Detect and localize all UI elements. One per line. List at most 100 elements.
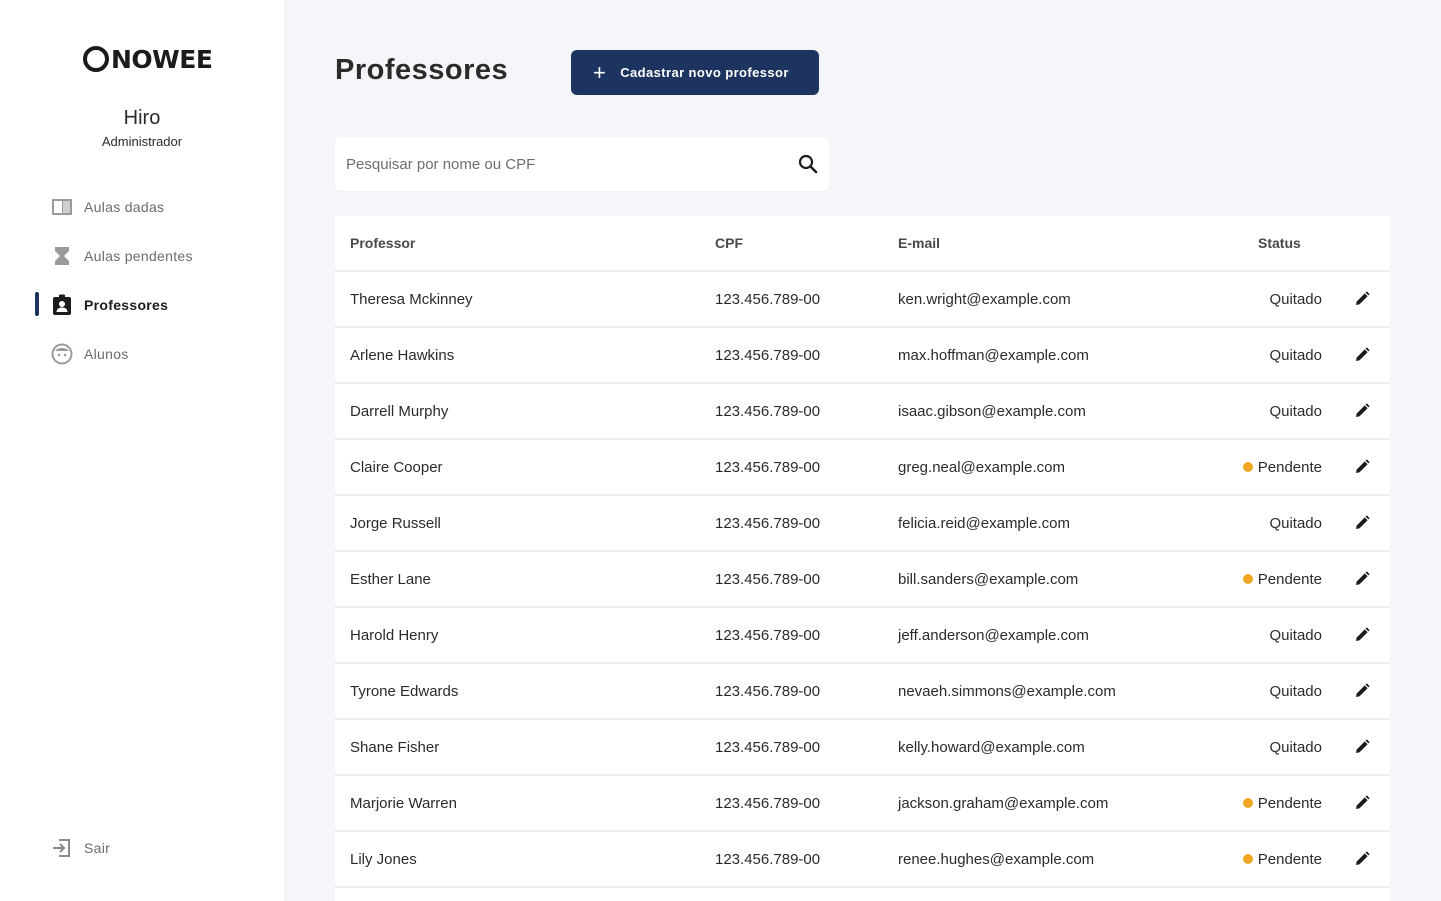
badge-icon	[50, 293, 74, 317]
status-text: Quitado	[1269, 514, 1322, 532]
face-icon	[50, 342, 74, 366]
table-header: Professor CPF E-mail Status	[335, 216, 1390, 272]
sidebar-item-alunos[interactable]: Alunos	[0, 329, 284, 378]
professor-email: ken.wright@example.com	[898, 290, 1071, 308]
logout-button[interactable]: Sair	[50, 835, 110, 861]
professor-name: Jorge Russell	[350, 514, 441, 532]
professor-cpf: 123.456.789-00	[715, 346, 821, 364]
table-row[interactable]: Tyrone Edwards 123.456.789-00 nevaeh.sim…	[335, 664, 1390, 720]
professor-cpf: 123.456.789-00	[715, 402, 821, 420]
professor-cpf: 123.456.789-00	[715, 514, 821, 532]
page-title: Professores	[335, 54, 509, 86]
edit-icon[interactable]	[1352, 849, 1372, 869]
sidebar-item-aulas-dadas[interactable]: Aulas dadas	[0, 182, 284, 231]
edit-icon[interactable]	[1352, 793, 1372, 813]
column-header-professor[interactable]: Professor	[350, 235, 415, 251]
table-row[interactable]: Claire Cooper 123.456.789-00 greg.neal@e…	[335, 440, 1390, 496]
table-row[interactable]: Arlene Hawkins 123.456.789-00 max.hoffma…	[335, 328, 1390, 384]
edit-icon[interactable]	[1352, 345, 1372, 365]
status-badge: Quitado	[1269, 515, 1322, 532]
status-text: Pendente	[1257, 850, 1322, 868]
edit-icon[interactable]	[1352, 737, 1372, 757]
logo-ring-icon	[83, 46, 109, 72]
status-badge: Quitado	[1269, 403, 1322, 420]
add-professor-button[interactable]: + Cadastrar novo professor	[571, 50, 819, 95]
professor-name: Esther Lane	[350, 570, 431, 588]
professor-name: Claire Cooper	[350, 458, 443, 476]
hourglass-icon	[50, 244, 74, 268]
status-text: Pendente	[1257, 458, 1322, 476]
add-professor-label: Cadastrar novo professor	[620, 65, 789, 80]
status-badge: Quitado	[1269, 627, 1322, 644]
user-role: Administrador	[101, 134, 183, 149]
professor-email: felicia.reid@example.com	[898, 514, 1070, 532]
column-header-status[interactable]: Status	[1258, 235, 1301, 251]
professor-cpf: 123.456.789-00	[715, 850, 821, 868]
status-badge: Pendente	[1242, 458, 1322, 476]
professor-cpf: 123.456.789-00	[715, 794, 821, 812]
status-text: Quitado	[1269, 402, 1322, 420]
logout-label: Sair	[84, 840, 111, 856]
logo-text: NOWEE	[111, 44, 213, 74]
professor-cpf: 123.456.789-00	[715, 682, 821, 700]
professor-name: Theresa Mckinney	[350, 290, 473, 308]
table-row[interactable]: Lily Jones 123.456.789-00 renee.hughes@e…	[335, 832, 1390, 888]
status-badge: Pendente	[1242, 850, 1322, 868]
status-badge: Quitado	[1269, 291, 1322, 308]
brand-logo[interactable]: NOWEE	[83, 44, 213, 74]
status-badge: Pendente	[1242, 794, 1322, 812]
active-indicator	[35, 292, 39, 316]
professor-name: Darrell Murphy	[350, 402, 449, 420]
professor-email: greg.neal@example.com	[898, 458, 1065, 476]
column-header-cpf[interactable]: CPF	[715, 235, 743, 251]
status-text: Quitado	[1269, 682, 1322, 700]
edit-icon[interactable]	[1352, 457, 1372, 477]
pending-dot-icon	[1242, 854, 1253, 864]
professor-name: Tyrone Edwards	[350, 682, 459, 700]
professor-email: isaac.gibson@example.com	[898, 402, 1086, 420]
search-input[interactable]	[335, 155, 796, 173]
sidebar-item-professores[interactable]: Professores	[0, 280, 284, 329]
user-name: Hiro	[123, 107, 161, 129]
table-row[interactable]: Shane Fisher 123.456.789-00 kelly.howard…	[335, 720, 1390, 776]
professor-email: jackson.graham@example.com	[898, 794, 1109, 812]
table-row[interactable]: Marjorie Warren 123.456.789-00 jackson.g…	[335, 776, 1390, 832]
status-text: Pendente	[1257, 794, 1322, 812]
pending-dot-icon	[1242, 798, 1253, 808]
sidebar: NOWEE Hiro Administrador Aulas dadas Aul…	[0, 0, 284, 901]
sidebar-item-label: Professores	[84, 296, 169, 313]
status-text: Quitado	[1269, 626, 1322, 644]
table-row[interactable]: Theresa Mckinney 123.456.789-00 ken.wrig…	[335, 272, 1390, 328]
search-icon[interactable]	[796, 152, 820, 176]
edit-icon[interactable]	[1352, 625, 1372, 645]
table-body: Theresa Mckinney 123.456.789-00 ken.wrig…	[335, 272, 1390, 888]
edit-icon[interactable]	[1352, 569, 1372, 589]
pending-dot-icon	[1242, 462, 1253, 472]
edit-icon[interactable]	[1352, 513, 1372, 533]
professor-email: max.hoffman@example.com	[898, 346, 1089, 364]
edit-icon[interactable]	[1352, 681, 1372, 701]
sidebar-item-label: Aulas dadas	[84, 198, 165, 215]
edit-icon[interactable]	[1352, 289, 1372, 309]
sidebar-item-aulas-pendentes[interactable]: Aulas pendentes	[0, 231, 284, 280]
table-row[interactable]: Darrell Murphy 123.456.789-00 isaac.gibs…	[335, 384, 1390, 440]
table-row[interactable]: Harold Henry 123.456.789-00 jeff.anderso…	[335, 608, 1390, 664]
status-text: Quitado	[1269, 738, 1322, 756]
status-text: Quitado	[1269, 290, 1322, 308]
search-bar	[335, 137, 829, 191]
table-row[interactable]: Jorge Russell 123.456.789-00 felicia.rei…	[335, 496, 1390, 552]
sidebar-nav: Aulas dadas Aulas pendentes Professores …	[0, 182, 284, 378]
professors-table: Professor CPF E-mail Status Theresa Mcki…	[335, 216, 1390, 901]
professor-name: Arlene Hawkins	[350, 346, 455, 364]
professor-cpf: 123.456.789-00	[715, 570, 821, 588]
column-header-email[interactable]: E-mail	[898, 235, 940, 251]
table-row[interactable]: Esther Lane 123.456.789-00 bill.sanders@…	[335, 552, 1390, 608]
edit-icon[interactable]	[1352, 401, 1372, 421]
professor-name: Marjorie Warren	[350, 794, 457, 812]
plus-icon: +	[593, 59, 607, 85]
status-badge: Quitado	[1269, 347, 1322, 364]
professor-email: jeff.anderson@example.com	[898, 626, 1089, 644]
professor-email: renee.hughes@example.com	[898, 850, 1095, 868]
professor-cpf: 123.456.789-00	[715, 626, 821, 644]
book-icon	[50, 195, 74, 219]
